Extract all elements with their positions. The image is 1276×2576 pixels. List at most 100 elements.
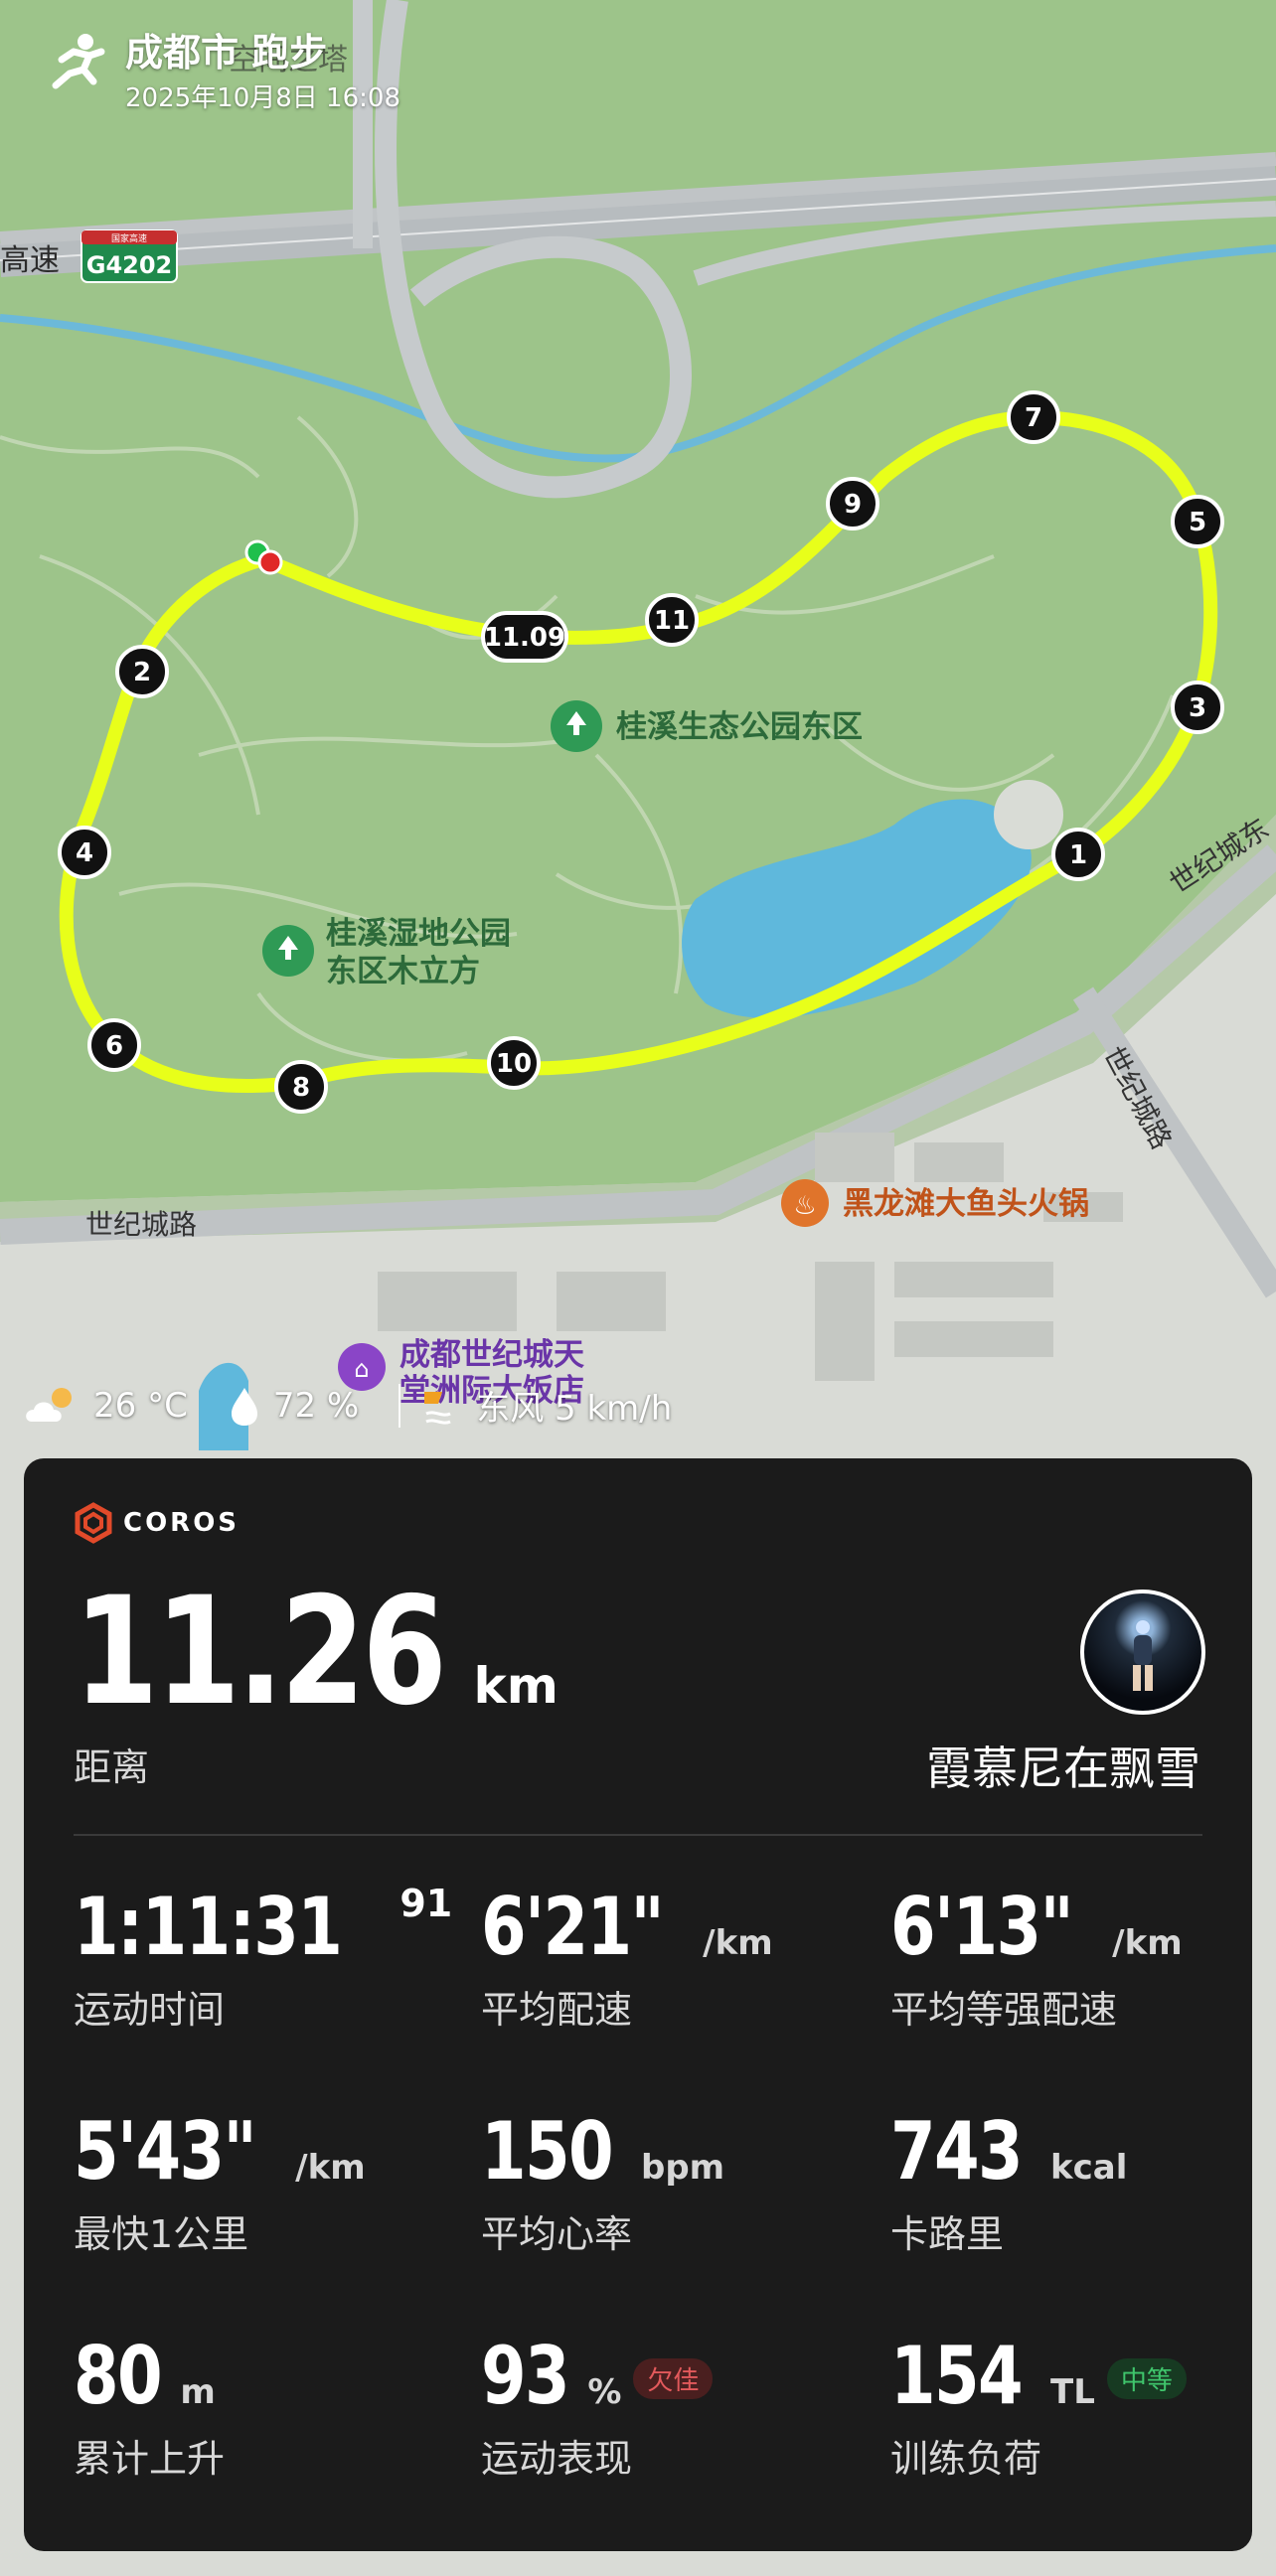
km-marker-label: 1 (1069, 840, 1087, 870)
stat-value: 6'21" (481, 1881, 665, 1973)
stat-label: 卡路里 (890, 2212, 1005, 2256)
stat-unit: /km (295, 2148, 366, 2188)
weather-bar: 26 °C 72 % 东风 5 km/h (22, 1381, 712, 1430)
stat-unit: kcal (1050, 2148, 1128, 2188)
stat-label: 运动表现 (481, 2437, 633, 2481)
km-marker-7[interactable]: 7 (1007, 390, 1060, 444)
stat-duration-hundredths: 91 (399, 1882, 453, 1925)
hotel-icon: ⌂ (354, 1355, 369, 1383)
expressway-label: 高速 (0, 243, 60, 278)
weather-divider (399, 1383, 401, 1428)
km-marker-label: 7 (1025, 403, 1042, 433)
route-end-marker (257, 549, 283, 575)
humidity-drop-icon (231, 1387, 257, 1426)
km-marker-label: 11.09 (484, 623, 565, 653)
distance-value-group: 11.26 km (74, 1578, 558, 1727)
stat-duration: 1:11:31 91 运动时间 (74, 1881, 452, 2034)
km-marker-9[interactable]: 9 (826, 477, 879, 530)
stat-training-load: 154 TL 中等 训练负荷 (890, 2335, 1187, 2483)
km-marker-11[interactable]: 11 (645, 593, 699, 647)
username[interactable]: 霞慕尼在飘雪 (926, 1733, 1200, 1798)
card-divider (74, 1834, 1202, 1836)
stat-unit: bpm (641, 2148, 725, 2188)
stat-calories: 743 kcal 卡路里 (890, 2110, 1127, 2258)
km-marker-10[interactable]: 10 (487, 1036, 541, 1090)
km-marker-label: 2 (133, 658, 151, 687)
stat-value: 93 (481, 2330, 570, 2422)
wind-item: 东风 5 km/h (420, 1381, 672, 1430)
stat-value: 1:11:31 (74, 1881, 343, 1973)
km-marker-8[interactable]: 8 (274, 1060, 328, 1114)
km-marker-3[interactable]: 3 (1171, 681, 1224, 734)
wind-icon (424, 1391, 451, 1425)
stat-gap-pace: 6'13" /km 平均等强配速 (890, 1886, 1183, 2034)
km-marker-label: 3 (1189, 693, 1206, 723)
poi-hotel-line1[interactable]: 成都世纪城天 (399, 1337, 584, 1373)
km-marker-label: 9 (844, 490, 862, 520)
brand-name: COROS (123, 1508, 240, 1538)
stat-value: 80 (74, 2330, 163, 2422)
stat-label: 平均配速 (481, 1988, 633, 2032)
coros-logo-icon (75, 1502, 112, 1544)
road-label-century-w: 世纪城路 (85, 1208, 197, 1241)
temperature-item: 26 °C (22, 1384, 188, 1428)
stat-avg-pace: 6'21" /km 平均配速 (481, 1886, 773, 2034)
poi-hotpot[interactable]: 黑龙滩大鱼头火锅 (843, 1186, 1089, 1222)
stat-value: 5'43" (74, 2105, 257, 2197)
km-marker-label: 11 (654, 606, 690, 636)
stat-value: 6'13" (890, 1881, 1074, 1973)
stat-avg-heart-rate: 150 bpm 平均心率 (481, 2110, 724, 2258)
distance-label: 距离 (74, 1745, 150, 1789)
highway-shield-label: G4202 (86, 251, 173, 279)
avatar[interactable] (1080, 1590, 1205, 1715)
stat-label: 运动时间 (74, 1988, 226, 2032)
poi-wetland-line2[interactable]: 东区木立方 (326, 954, 480, 989)
temperature-value: 26 °C (93, 1385, 188, 1426)
activity-summary-card: COROS 11.26 km 距离 霞慕尼在飘雪 1:11:31 91 运动时间… (24, 1458, 1252, 2551)
activity-header: 成都市 跑步 2025年10月8日 16:08 (44, 30, 400, 114)
km-marker-5[interactable]: 5 (1171, 495, 1224, 548)
stat-label: 训练负荷 (890, 2437, 1042, 2481)
status-badge: 中等 (1106, 2358, 1187, 2399)
stat-label: 最快1公里 (74, 2212, 249, 2256)
stat-unit: m (180, 2372, 216, 2412)
stat-label: 平均等强配速 (890, 1988, 1118, 2032)
stat-value: 150 (481, 2105, 614, 2197)
activity-datetime: 2025年10月8日 16:08 (125, 83, 400, 113)
stat-fastest-km: 5'43" /km 最快1公里 (74, 2110, 366, 2258)
distance-unit: km (473, 1657, 558, 1715)
km-marker-4[interactable]: 4 (58, 826, 111, 879)
stat-unit: TL (1050, 2372, 1095, 2412)
status-badge: 欠佳 (633, 2358, 714, 2399)
poi-wetland-line1[interactable]: 桂溪湿地公园 (326, 916, 511, 952)
km-marker-label: 10 (496, 1049, 532, 1079)
wind-value: 东风 5 km/h (476, 1389, 673, 1429)
humidity-item: 72 % (228, 1384, 359, 1428)
stat-unit: /km (703, 1923, 773, 1963)
stat-unit: /km (1112, 1923, 1183, 1963)
stat-unit: % (587, 2372, 622, 2412)
km-marker-label: 6 (105, 1031, 123, 1061)
stat-elevation-gain: 80 m 累计上升 (74, 2335, 225, 2483)
running-icon (52, 34, 105, 89)
humidity-value: 72 % (272, 1385, 360, 1426)
poi-park-east[interactable]: 桂溪生态公园东区 (616, 709, 863, 745)
km-marker-label: 4 (76, 838, 93, 868)
stat-label: 平均心率 (481, 2212, 633, 2256)
stat-value: 154 (890, 2330, 1024, 2422)
runner-photo-icon (1133, 1620, 1153, 1691)
shield-top-label: 国家高速 (111, 232, 147, 244)
stat-label: 累计上升 (74, 2437, 226, 2481)
partly-cloudy-icon (26, 1387, 72, 1422)
km-marker-label: 5 (1189, 508, 1206, 537)
stat-value: 743 (890, 2105, 1024, 2197)
km-marker-1[interactable]: 1 (1051, 828, 1105, 881)
km-marker-2[interactable]: 2 (115, 645, 169, 698)
km-marker-label: 8 (292, 1073, 310, 1103)
km-marker-11-09[interactable]: 11.09 (481, 611, 568, 663)
stat-performance: 93 % 欠佳 运动表现 (481, 2330, 714, 2483)
km-marker-6[interactable]: 6 (87, 1018, 141, 1072)
activity-title: 成都市 跑步 (125, 31, 328, 75)
restaurant-icon: ♨ (793, 1191, 816, 1221)
brand-logo: COROS (74, 1502, 239, 1544)
